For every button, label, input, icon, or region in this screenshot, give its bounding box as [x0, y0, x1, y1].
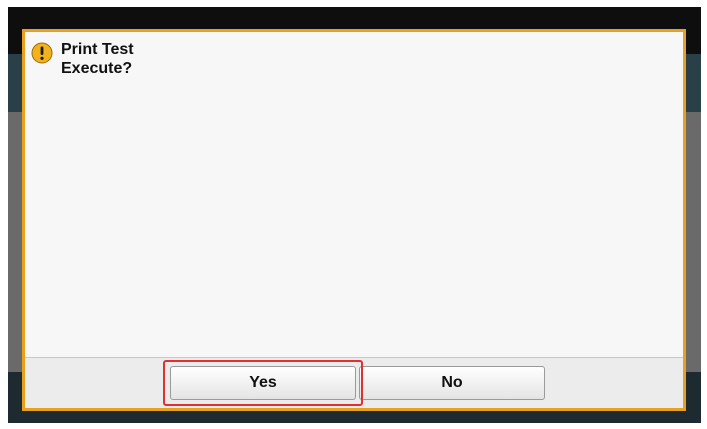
- button-bar: Yes No: [25, 357, 683, 408]
- device-screen: Print Test Execute? Yes No: [8, 7, 701, 423]
- dialog-header: Print Test Execute?: [31, 40, 134, 78]
- warning-icon: [31, 42, 53, 64]
- yes-button[interactable]: Yes: [170, 366, 356, 400]
- confirmation-dialog: Print Test Execute? Yes No: [22, 29, 686, 411]
- dialog-title: Print Test: [61, 41, 134, 58]
- no-button[interactable]: No: [359, 366, 545, 400]
- dialog-message: Print Test Execute?: [61, 40, 134, 78]
- dialog-question: Execute?: [61, 60, 133, 77]
